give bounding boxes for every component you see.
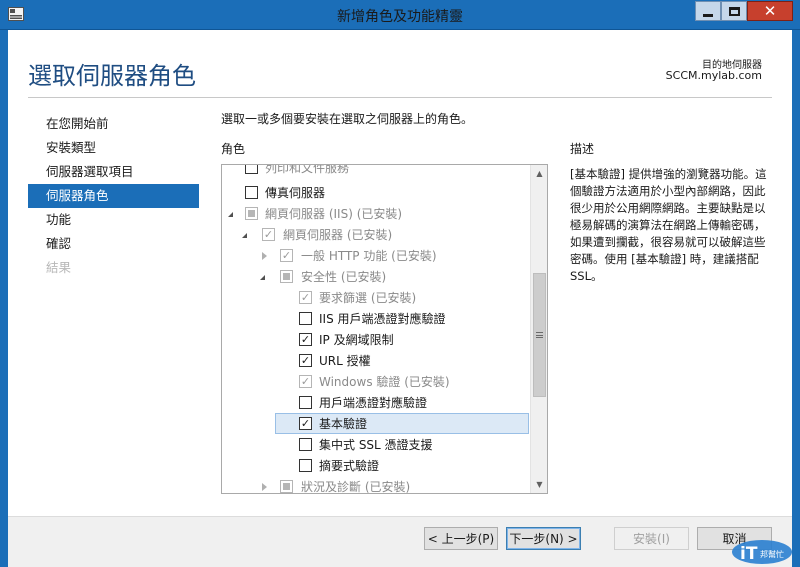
checkbox (280, 249, 293, 262)
checkbox (299, 375, 312, 388)
tree-row-label: Windows 驗證 (已安裝) (319, 375, 450, 389)
destination-server: SCCM.mylab.com (665, 69, 762, 82)
checkbox[interactable] (245, 165, 258, 174)
checkbox[interactable] (299, 438, 312, 451)
tree-row-label: URL 授權 (319, 354, 371, 368)
checkbox[interactable] (245, 186, 258, 199)
page-title: 選取伺服器角色 (28, 62, 196, 90)
grip-icon (536, 332, 543, 338)
collapsed-arrow-icon[interactable] (262, 483, 270, 491)
tree-row-label: 要求篩選 (已安裝) (319, 291, 417, 305)
tree-row-web-server[interactable]: 網頁伺服器 (已安裝) (222, 224, 528, 245)
tree-row-label: 基本驗證 (319, 417, 368, 431)
tree-row-label: 安全性 (已安裝) (301, 270, 387, 284)
nav-item-server-roles[interactable]: 伺服器角色 (28, 184, 199, 208)
tree-row-client-cert[interactable]: 用戶端憑證對應驗證 (222, 392, 528, 413)
checkbox (245, 207, 258, 220)
checkbox[interactable] (299, 354, 312, 367)
next-button[interactable]: 下一步(N) > (506, 527, 581, 550)
checkbox (280, 270, 293, 283)
tree-row-fax-server[interactable]: 傳真伺服器 (222, 182, 528, 203)
checkbox (299, 291, 312, 304)
nav-item-results: 結果 (46, 260, 72, 275)
checkbox[interactable] (299, 459, 312, 472)
tree-row-label: 傳真伺服器 (265, 186, 326, 200)
roles-header: 角色 (221, 142, 246, 156)
install-button: 安裝(I) (614, 527, 689, 550)
scroll-thumb[interactable] (533, 273, 546, 397)
tree-row-centralized-ssl[interactable]: 集中式 SSL 憑證支援 (222, 434, 528, 455)
checkbox (280, 480, 293, 493)
close-button[interactable]: ✕ (747, 1, 793, 21)
tree-row-windows-auth[interactable]: Windows 驗證 (已安裝) (222, 371, 528, 392)
nav-item-confirmation[interactable]: 確認 (28, 232, 199, 256)
description-text: [基本驗證] 提供增強的瀏覽器功能。這個驗證方法適用於小型內部網路，因此很少用於… (570, 167, 767, 283)
maximize-button[interactable] (721, 1, 747, 21)
tree-row-iis-client-cert[interactable]: IIS 用戶端憑證對應驗證 (222, 308, 528, 329)
tree-row-label: 用戶端憑證對應驗證 (319, 396, 428, 410)
checkbox[interactable] (299, 396, 312, 409)
minimize-button[interactable] (695, 1, 721, 21)
tree-row-web-server-iis[interactable]: 網頁伺服器 (IIS) (已安裝) (222, 203, 528, 224)
tree-row-label: 集中式 SSL 憑證支援 (319, 438, 433, 452)
window-title: 新增角色及功能精靈 (337, 9, 463, 25)
nav-item-features[interactable]: 功能 (28, 208, 199, 232)
tree-row-print-services[interactable]: 列印和文件服務 (222, 165, 528, 178)
maximize-icon (728, 6, 740, 16)
tree-row-health-diagnostics[interactable]: 狀況及診斷 (已安裝) (222, 476, 528, 493)
collapsed-arrow-icon[interactable] (262, 252, 270, 260)
window-frame-left (0, 30, 8, 567)
tree-row-basic-auth[interactable]: 基本驗證 (275, 413, 529, 434)
tree-row-url-authorization[interactable]: URL 授權 (222, 350, 528, 371)
roles-tree-content: 列印和文件服務 傳真伺服器 網頁伺服器 (IIS) (已安裝) 網頁伺服器 (已… (222, 165, 530, 493)
minimize-icon (703, 13, 713, 17)
vertical-scrollbar[interactable]: ▲ ▼ (530, 165, 547, 493)
tree-row-label: IIS 用戶端憑證對應驗證 (319, 312, 446, 326)
nav-item-server-selection[interactable]: 伺服器選取項目 (28, 160, 199, 184)
tree-row-label: IP 及網域限制 (319, 333, 394, 347)
window-frame-right (792, 30, 800, 567)
checkbox[interactable] (299, 312, 312, 325)
tree-row-label: 網頁伺服器 (已安裝) (283, 228, 393, 242)
instruction-text: 選取一或多個要安裝在選取之伺服器上的角色。 (221, 112, 474, 126)
header-divider (28, 97, 772, 98)
title-bar[interactable]: 新增角色及功能精靈 ✕ (0, 0, 800, 30)
checkbox[interactable] (299, 333, 312, 346)
scroll-down-icon[interactable]: ▼ (531, 476, 547, 493)
expand-arrow-icon[interactable] (228, 210, 236, 218)
close-icon: ✕ (763, 1, 777, 20)
svg-text:邦幫忙: 邦幫忙 (760, 549, 784, 559)
checkbox[interactable] (299, 417, 312, 430)
nav-item-installation-type[interactable]: 安裝類型 (28, 136, 199, 160)
expand-arrow-icon[interactable] (260, 273, 268, 281)
description-header: 描述 (570, 142, 595, 156)
tree-row-label: 列印和文件服務 (265, 165, 350, 175)
tree-row-digest-auth[interactable]: 摘要式驗證 (222, 455, 528, 476)
previous-button[interactable]: < 上一步(P) (424, 527, 498, 550)
wizard-nav: 在您開始前 安裝類型 伺服器選取項目 伺服器角色 功能 確認 結果 (28, 112, 199, 280)
tree-row-request-filtering[interactable]: 要求篩選 (已安裝) (222, 287, 528, 308)
checkbox (262, 228, 275, 241)
ithome-watermark-logo: iT 邦幫忙 (732, 540, 792, 564)
roles-tree[interactable]: 列印和文件服務 傳真伺服器 網頁伺服器 (IIS) (已安裝) 網頁伺服器 (已… (221, 164, 548, 494)
tree-row-label: 狀況及診斷 (已安裝) (301, 480, 411, 493)
tree-row-common-http[interactable]: 一般 HTTP 功能 (已安裝) (222, 245, 528, 266)
tree-row-ip-domain[interactable]: IP 及網域限制 (222, 329, 528, 350)
expand-arrow-icon[interactable] (242, 231, 250, 239)
tree-row-label: 網頁伺服器 (IIS) (已安裝) (265, 207, 403, 221)
nav-item-before-you-begin[interactable]: 在您開始前 (28, 112, 199, 136)
scroll-up-icon[interactable]: ▲ (531, 165, 547, 182)
svg-text:iT: iT (740, 544, 758, 564)
tree-row-security[interactable]: 安全性 (已安裝) (222, 266, 528, 287)
tree-row-label: 一般 HTTP 功能 (已安裝) (301, 249, 437, 263)
tree-row-label: 摘要式驗證 (319, 459, 380, 473)
